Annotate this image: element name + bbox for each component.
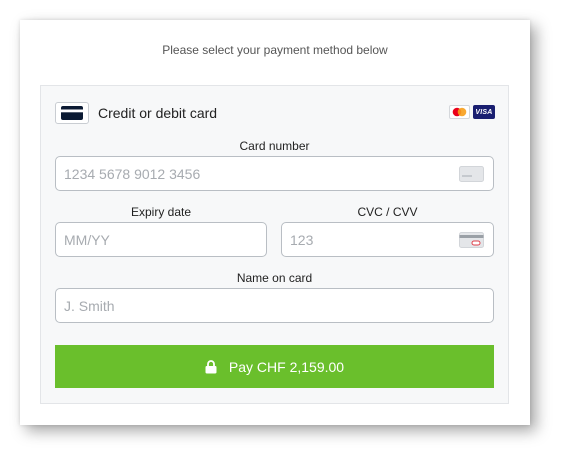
cvc-card-back-icon [459,232,484,253]
pay-button-label: Pay CHF 2,159.00 [228,358,345,375]
mastercard-logo [449,105,470,119]
cvc-label: CVC / CVV [357,205,418,219]
payment-method-label: Credit or debit card [98,105,218,121]
card-number-field[interactable] [55,156,494,191]
payment-instruction: Please select your payment method below [162,43,388,57]
visa-logo: VISA [473,105,495,119]
name-on-card-input[interactable] [56,289,493,322]
pay-button[interactable]: Pay CHF 2,159.00 [55,345,494,388]
credit-card-icon [55,102,89,124]
expiry-date-label: Expiry date [130,205,192,219]
name-on-card-label: Name on card [236,271,313,285]
card-placeholder-icon [459,166,484,187]
name-on-card-field[interactable] [55,288,494,323]
cvc-field[interactable] [281,222,494,257]
card-payment-panel: Credit or debit card VISA Card number 12… [40,85,509,404]
expiry-date-field[interactable] [55,222,267,257]
payment-card-container: Please select your payment method below … [20,20,530,425]
card-brand-logos: VISA [449,105,495,119]
card-number-input[interactable] [56,157,493,190]
payment-method-header[interactable]: Credit or debit card [55,101,217,125]
lock-icon [205,359,217,374]
expiry-date-input[interactable] [56,223,266,256]
card-number-label: Card number [239,139,310,153]
